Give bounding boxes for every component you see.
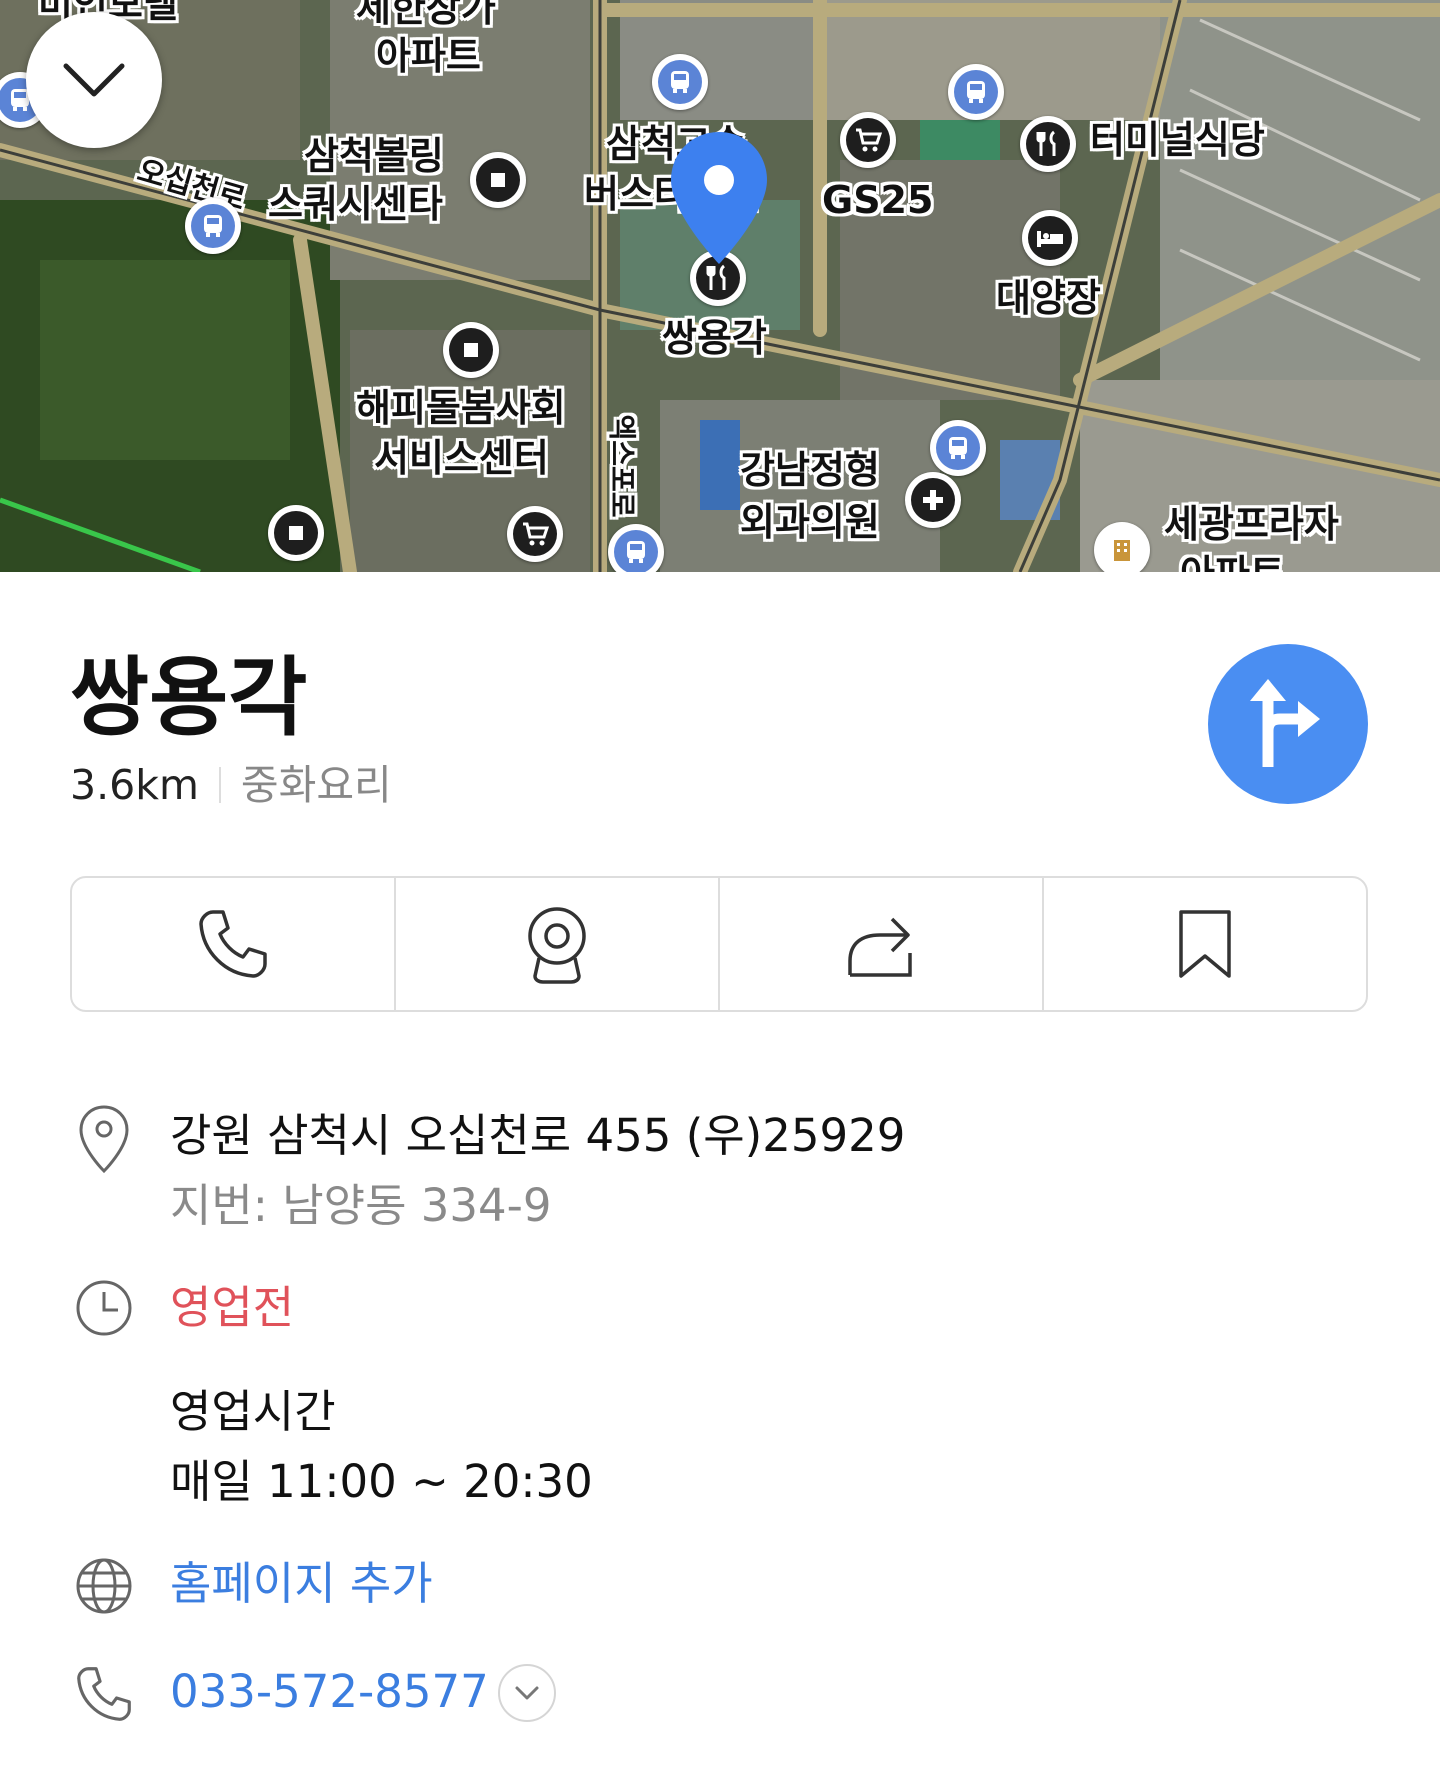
stop-marker-icon[interactable] <box>470 152 526 208</box>
location-pin-icon[interactable] <box>665 128 773 272</box>
hours-title: 영업시간 <box>170 1385 336 1438</box>
chevron-down-icon <box>63 63 125 97</box>
shopping-cart-icon[interactable] <box>507 506 563 562</box>
place-meta: 3.6km 중화요리 <box>70 760 392 810</box>
map-label: 서비스센터 <box>374 436 549 480</box>
directions-button[interactable] <box>1208 644 1368 804</box>
map-label: 삼척볼링 <box>304 134 444 178</box>
share-button[interactable] <box>720 878 1044 1010</box>
map-label: 해피돌봄사회 <box>356 386 566 430</box>
collapse-button[interactable] <box>26 12 162 148</box>
map-label: 터미널식당 <box>1090 118 1265 162</box>
phone-icon <box>199 910 267 978</box>
lodging-icon[interactable] <box>1022 210 1078 266</box>
directions-arrow-icon <box>1250 679 1320 767</box>
roadview-button[interactable] <box>396 878 720 1010</box>
address-text: 강원 삼척시 오십천로 455 (우)25929 <box>170 1109 906 1162</box>
restaurant-icon[interactable] <box>1020 116 1076 172</box>
map-label: 대양장 <box>996 276 1101 320</box>
location-pin-outline-icon <box>74 1104 134 1174</box>
call-button[interactable] <box>72 878 396 1010</box>
phone-icon <box>74 1664 134 1724</box>
bus-stop-icon[interactable] <box>608 524 664 572</box>
stop-marker-icon[interactable] <box>443 322 499 378</box>
camera-icon <box>528 907 586 984</box>
hours-value: 매일 11:00 ~ 20:30 <box>170 1455 593 1508</box>
apartment-icon[interactable] <box>1094 522 1150 572</box>
globe-icon <box>74 1556 134 1616</box>
action-bar <box>70 876 1368 1012</box>
map-label: 스쿼시센타 <box>268 182 443 226</box>
divider <box>218 767 221 803</box>
satellite-map[interactable]: 미인모텔 세한장가 아파트 삼척볼링 스쿼시센타 삼척고속 버스터미널 GS25… <box>0 0 1440 572</box>
map-label: GS25 <box>822 178 934 222</box>
shopping-cart-icon[interactable] <box>840 112 896 168</box>
open-status: 영업전 <box>170 1281 295 1334</box>
bus-stop-icon[interactable] <box>930 420 986 476</box>
hospital-icon[interactable] <box>905 472 961 528</box>
map-label: 강남정형 <box>740 448 880 492</box>
map-label: 쌍용각 <box>662 316 767 360</box>
category: 중화요리 <box>240 761 392 809</box>
bus-stop-icon[interactable] <box>948 64 1004 120</box>
map-label: 외과의원 <box>740 500 880 544</box>
map-label: 세한장가 <box>356 0 496 30</box>
clock-icon <box>74 1278 134 1338</box>
distance: 3.6km <box>70 761 199 809</box>
expand-phone-button[interactable] <box>498 1664 556 1722</box>
bus-stop-icon[interactable] <box>652 54 708 110</box>
map-label: 아파트 <box>1180 552 1285 572</box>
save-button[interactable] <box>1044 878 1366 1010</box>
jibun-address: 지번: 남양동 334-9 <box>170 1179 552 1232</box>
share-icon <box>848 917 912 977</box>
bookmark-icon <box>1179 910 1231 978</box>
map-label: 아파트 <box>376 34 481 78</box>
bus-stop-icon[interactable] <box>185 198 241 254</box>
chevron-down-icon <box>515 1686 539 1700</box>
add-homepage-link[interactable]: 홈페이지 추가 <box>170 1556 433 1612</box>
map-label: 세광프라자 <box>1164 502 1339 546</box>
road-label: 엑스포로 <box>605 414 639 518</box>
stop-marker-icon[interactable] <box>268 505 324 561</box>
place-name: 쌍용각 <box>70 648 308 748</box>
phone-number-link[interactable]: 033-572-8577 <box>170 1664 489 1720</box>
